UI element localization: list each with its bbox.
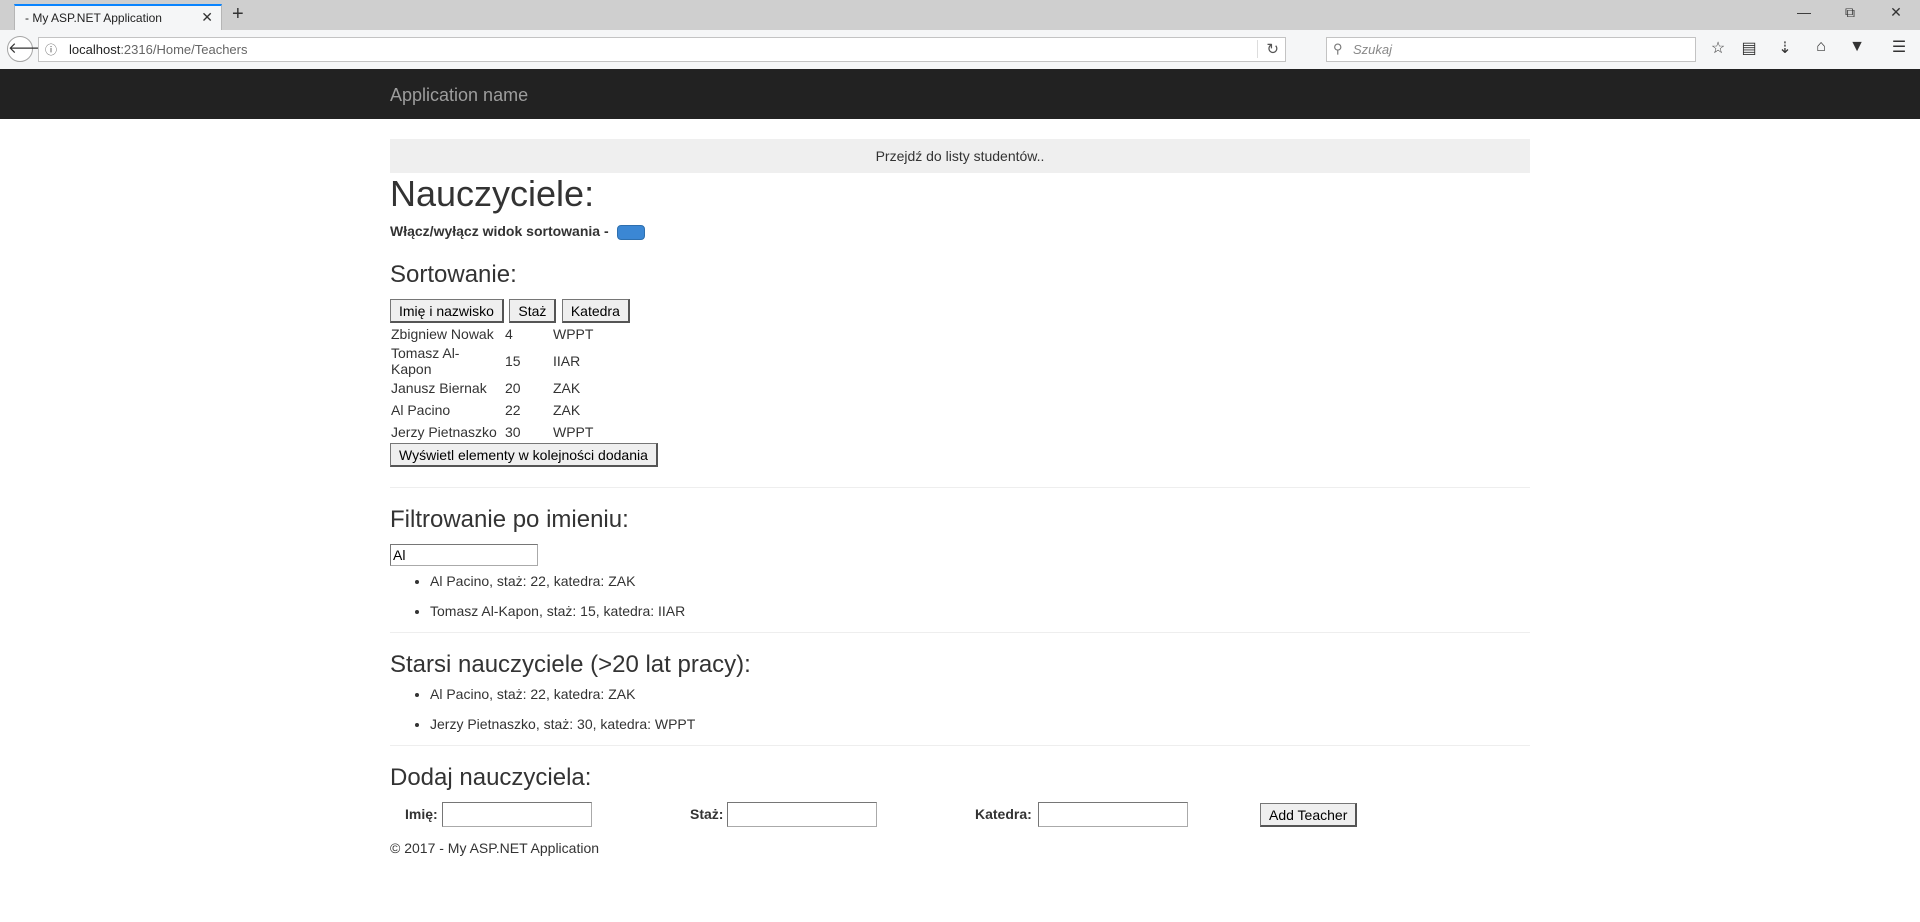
- sort-toggle-switch[interactable]: [616, 224, 645, 240]
- brand-link[interactable]: Application name: [390, 85, 528, 106]
- divider: [390, 632, 1530, 633]
- sort-by-katedra-button[interactable]: Katedra: [561, 299, 630, 323]
- filter-input[interactable]: [390, 544, 538, 566]
- goto-students-button[interactable]: Przejdź do listy studentów..: [390, 139, 1530, 173]
- senior-section: Starsi nauczyciele (>20 lat pracy): Al P…: [390, 651, 1530, 745]
- katedra-field[interactable]: [1038, 802, 1188, 827]
- table-row: Zbigniew Nowak 4 WPPT: [390, 323, 598, 345]
- teacher-staz: 15: [505, 353, 521, 369]
- sorting-section: Sortowanie: Imię i nazwisko Staż Katedra…: [390, 261, 1530, 467]
- url-text: localhost:2316/Home/Teachers: [69, 42, 248, 57]
- reload-icon[interactable]: ↻: [1257, 40, 1279, 58]
- minimize-icon[interactable]: —: [1794, 4, 1814, 20]
- teachers-table: Zbigniew Nowak 4 WPPT Tomasz Al-Kapon 15…: [390, 323, 598, 443]
- add-teacher-form: Imię: Staż: Katedra: Add Teacher: [390, 802, 1530, 828]
- reading-list-icon[interactable]: ▤: [1738, 38, 1760, 58]
- teacher-katedra: ZAK: [553, 380, 581, 396]
- katedra-label: Katedra:: [975, 806, 1032, 822]
- filter-heading: Filtrowanie po imieniu:: [390, 506, 629, 533]
- url-bar[interactable]: ⓘ localhost:2316/Home/Teachers ↻: [38, 37, 1286, 62]
- teacher-staz: 30: [505, 424, 521, 440]
- add-heading: Dodaj nauczyciela:: [390, 764, 592, 791]
- name-label: Imię:: [405, 806, 438, 822]
- home-icon[interactable]: ⌂: [1810, 38, 1832, 56]
- close-window-icon[interactable]: ✕: [1886, 4, 1906, 21]
- list-item: Al Pacino, staż: 22, katedra: ZAK: [430, 685, 1530, 715]
- teacher-name: Tomasz Al-Kapon: [391, 345, 460, 377]
- table-row: Al Pacino 22 ZAK: [390, 399, 598, 421]
- download-icon[interactable]: ⇣: [1774, 38, 1796, 58]
- search-placeholder: Szukaj: [1353, 42, 1393, 57]
- main-content: Przejdź do listy studentów.. Nauczyciele…: [390, 139, 1530, 856]
- page-title: Nauczyciele:: [390, 173, 595, 214]
- staz-label: Staż:: [690, 806, 724, 822]
- add-teacher-section: Dodaj nauczyciela: Imię: Staż: Katedra: …: [390, 764, 1530, 828]
- teacher-katedra: WPPT: [553, 326, 594, 342]
- sort-by-name-button[interactable]: Imię i nazwisko: [390, 299, 504, 323]
- teacher-katedra: ZAK: [553, 402, 581, 418]
- browser-tab[interactable]: - My ASP.NET Application ✕: [14, 4, 222, 30]
- footer: © 2017 - My ASP.NET Application: [390, 840, 600, 856]
- list-item: Tomasz Al-Kapon, staż: 15, katedra: IIAR: [430, 602, 1530, 632]
- teacher-name: Jerzy Pietnaszko: [391, 424, 497, 440]
- filter-section: Filtrowanie po imieniu: Al Pacino, staż:…: [390, 506, 1530, 632]
- teacher-staz: 20: [505, 380, 521, 396]
- sort-by-staz-button[interactable]: Staż: [509, 299, 557, 323]
- pocket-icon[interactable]: ▼: [1846, 38, 1868, 56]
- close-tab-icon[interactable]: ✕: [201, 9, 213, 26]
- divider: [390, 745, 1530, 746]
- table-row: Tomasz Al-Kapon 15 IIAR: [390, 345, 598, 377]
- sort-toggle-label: Włącz/wyłącz widok sortowania -: [390, 223, 609, 239]
- list-item: Al Pacino, staż: 22, katedra: ZAK: [430, 572, 1530, 602]
- new-tab-icon[interactable]: +: [232, 3, 244, 26]
- sorting-heading: Sortowanie:: [390, 261, 517, 288]
- teacher-staz: 4: [505, 326, 513, 342]
- browser-toolbar: 🡐 ⓘ localhost:2316/Home/Teachers ↻ ⚲ Szu…: [0, 30, 1920, 70]
- insertion-order-button[interactable]: Wyświetl elementy w kolejności dodania: [390, 443, 658, 467]
- teacher-name: Janusz Biernak: [391, 380, 487, 396]
- menu-icon[interactable]: ☰: [1888, 37, 1910, 57]
- search-bar[interactable]: ⚲ Szukaj: [1326, 37, 1696, 62]
- browser-tabstrip: - My ASP.NET Application ✕ + — ⧉ ✕: [0, 0, 1920, 30]
- table-row: Janusz Biernak 20 ZAK: [390, 377, 598, 399]
- list-item: Jerzy Pietnaszko, staż: 30, katedra: WPP…: [430, 715, 1530, 745]
- teacher-katedra: IIAR: [553, 353, 581, 369]
- teacher-katedra: WPPT: [553, 424, 594, 440]
- name-field[interactable]: [442, 802, 592, 827]
- divider: [390, 487, 1530, 488]
- info-icon[interactable]: ⓘ: [45, 41, 57, 58]
- site-navbar: Application name: [0, 69, 1920, 119]
- teacher-name: Al Pacino: [391, 402, 451, 418]
- teacher-staz: 22: [505, 402, 521, 418]
- tab-title: - My ASP.NET Application: [25, 11, 162, 25]
- search-icon: ⚲: [1333, 41, 1343, 56]
- sort-buttons: Imię i nazwisko Staż Katedra: [390, 299, 1530, 323]
- senior-heading: Starsi nauczyciele (>20 lat pracy):: [390, 651, 751, 678]
- sort-toggle-row: Włącz/wyłącz widok sortowania -: [390, 223, 1530, 241]
- back-icon[interactable]: 🡐: [7, 36, 48, 62]
- restore-icon[interactable]: ⧉: [1840, 4, 1860, 21]
- filter-results: Al Pacino, staż: 22, katedra: ZAK Tomasz…: [390, 572, 1530, 632]
- add-teacher-button[interactable]: Add Teacher: [1260, 803, 1358, 827]
- teacher-name: Zbigniew Nowak: [391, 326, 494, 342]
- senior-list: Al Pacino, staż: 22, katedra: ZAK Jerzy …: [390, 685, 1530, 745]
- staz-field[interactable]: [727, 802, 877, 827]
- table-row: Jerzy Pietnaszko 30 WPPT: [390, 421, 598, 443]
- bookmark-star-icon[interactable]: ☆: [1707, 38, 1729, 58]
